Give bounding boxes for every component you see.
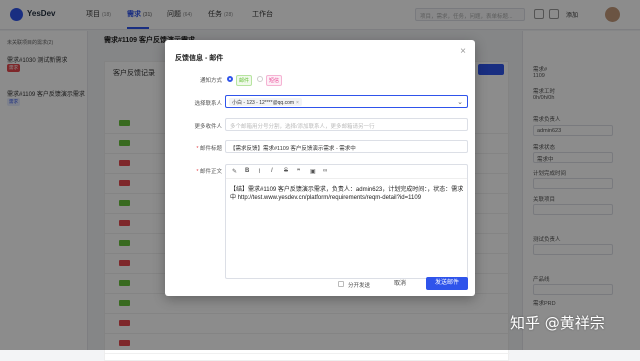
link-icon[interactable]: ∞ <box>323 168 327 174</box>
email-body-editor[interactable]: ✎ B ⌇ I S ❞ ▣ ∞ 【结】需求#1109 客户反馈演示需求，负责人：… <box>225 164 468 279</box>
bold-icon[interactable]: B <box>245 168 249 174</box>
dialog-title: 反馈信息 - 邮件 <box>175 55 224 62</box>
strikethrough-icon[interactable]: S <box>284 168 288 174</box>
quote-icon[interactable]: ❞ <box>297 168 300 175</box>
format-icon[interactable]: ✎ <box>232 168 237 175</box>
notify-sms-radio[interactable] <box>257 76 263 82</box>
watermark: 知乎 @黄祥宗 <box>510 314 605 332</box>
separate-send-label: 分开发送 <box>348 283 371 289</box>
subject-input[interactable]: 【需求反馈】需求#1109 客户反馈演示需求 - 需求中 <box>225 140 468 153</box>
subject-label: * 邮件标题 <box>196 146 222 152</box>
cc-input[interactable]: 多个邮箱用分号分割，选择/添加联系人，更多邮箱请另一行 <box>225 118 468 131</box>
chevron-down-icon[interactable]: ⌄ <box>457 98 463 106</box>
notify-sms-tag: 短信 <box>266 75 283 86</box>
contact-label: 选择联系人 <box>194 101 222 107</box>
notify-method-label: 通知方式 <box>199 78 222 84</box>
chip-close-icon[interactable]: × <box>296 100 299 106</box>
contact-chip: 小白 - 123 - 12****@qq.com × <box>229 98 302 106</box>
cancel-button[interactable]: 取消 <box>394 278 406 287</box>
image-icon[interactable]: ▣ <box>310 168 316 175</box>
notify-email-radio[interactable] <box>227 76 233 82</box>
contact-select[interactable]: 小白 - 123 - 12****@qq.com × ⌄ <box>225 95 468 108</box>
separate-send-checkbox[interactable] <box>338 281 344 287</box>
notify-email-tag: 邮件 <box>236 75 253 86</box>
email-body-text[interactable]: 【结】需求#1109 客户反馈演示需求，负责人：admin623，计划完成时间：… <box>230 186 466 202</box>
brush-icon[interactable]: ⌇ <box>258 168 261 175</box>
editor-toolbar: ✎ B ⌇ I S ❞ ▣ ∞ <box>226 165 467 179</box>
italic-icon[interactable]: I <box>271 168 273 174</box>
cc-label: 更多收件人 <box>194 124 222 130</box>
feedback-email-dialog: 反馈信息 - 邮件 × 通知方式 邮件 短信 选择联系人 小白 - 123 - … <box>165 40 475 296</box>
body-label: * 邮件正文 <box>196 169 222 175</box>
send-email-button[interactable]: 发送邮件 <box>426 277 468 290</box>
close-icon[interactable]: × <box>460 46 466 57</box>
